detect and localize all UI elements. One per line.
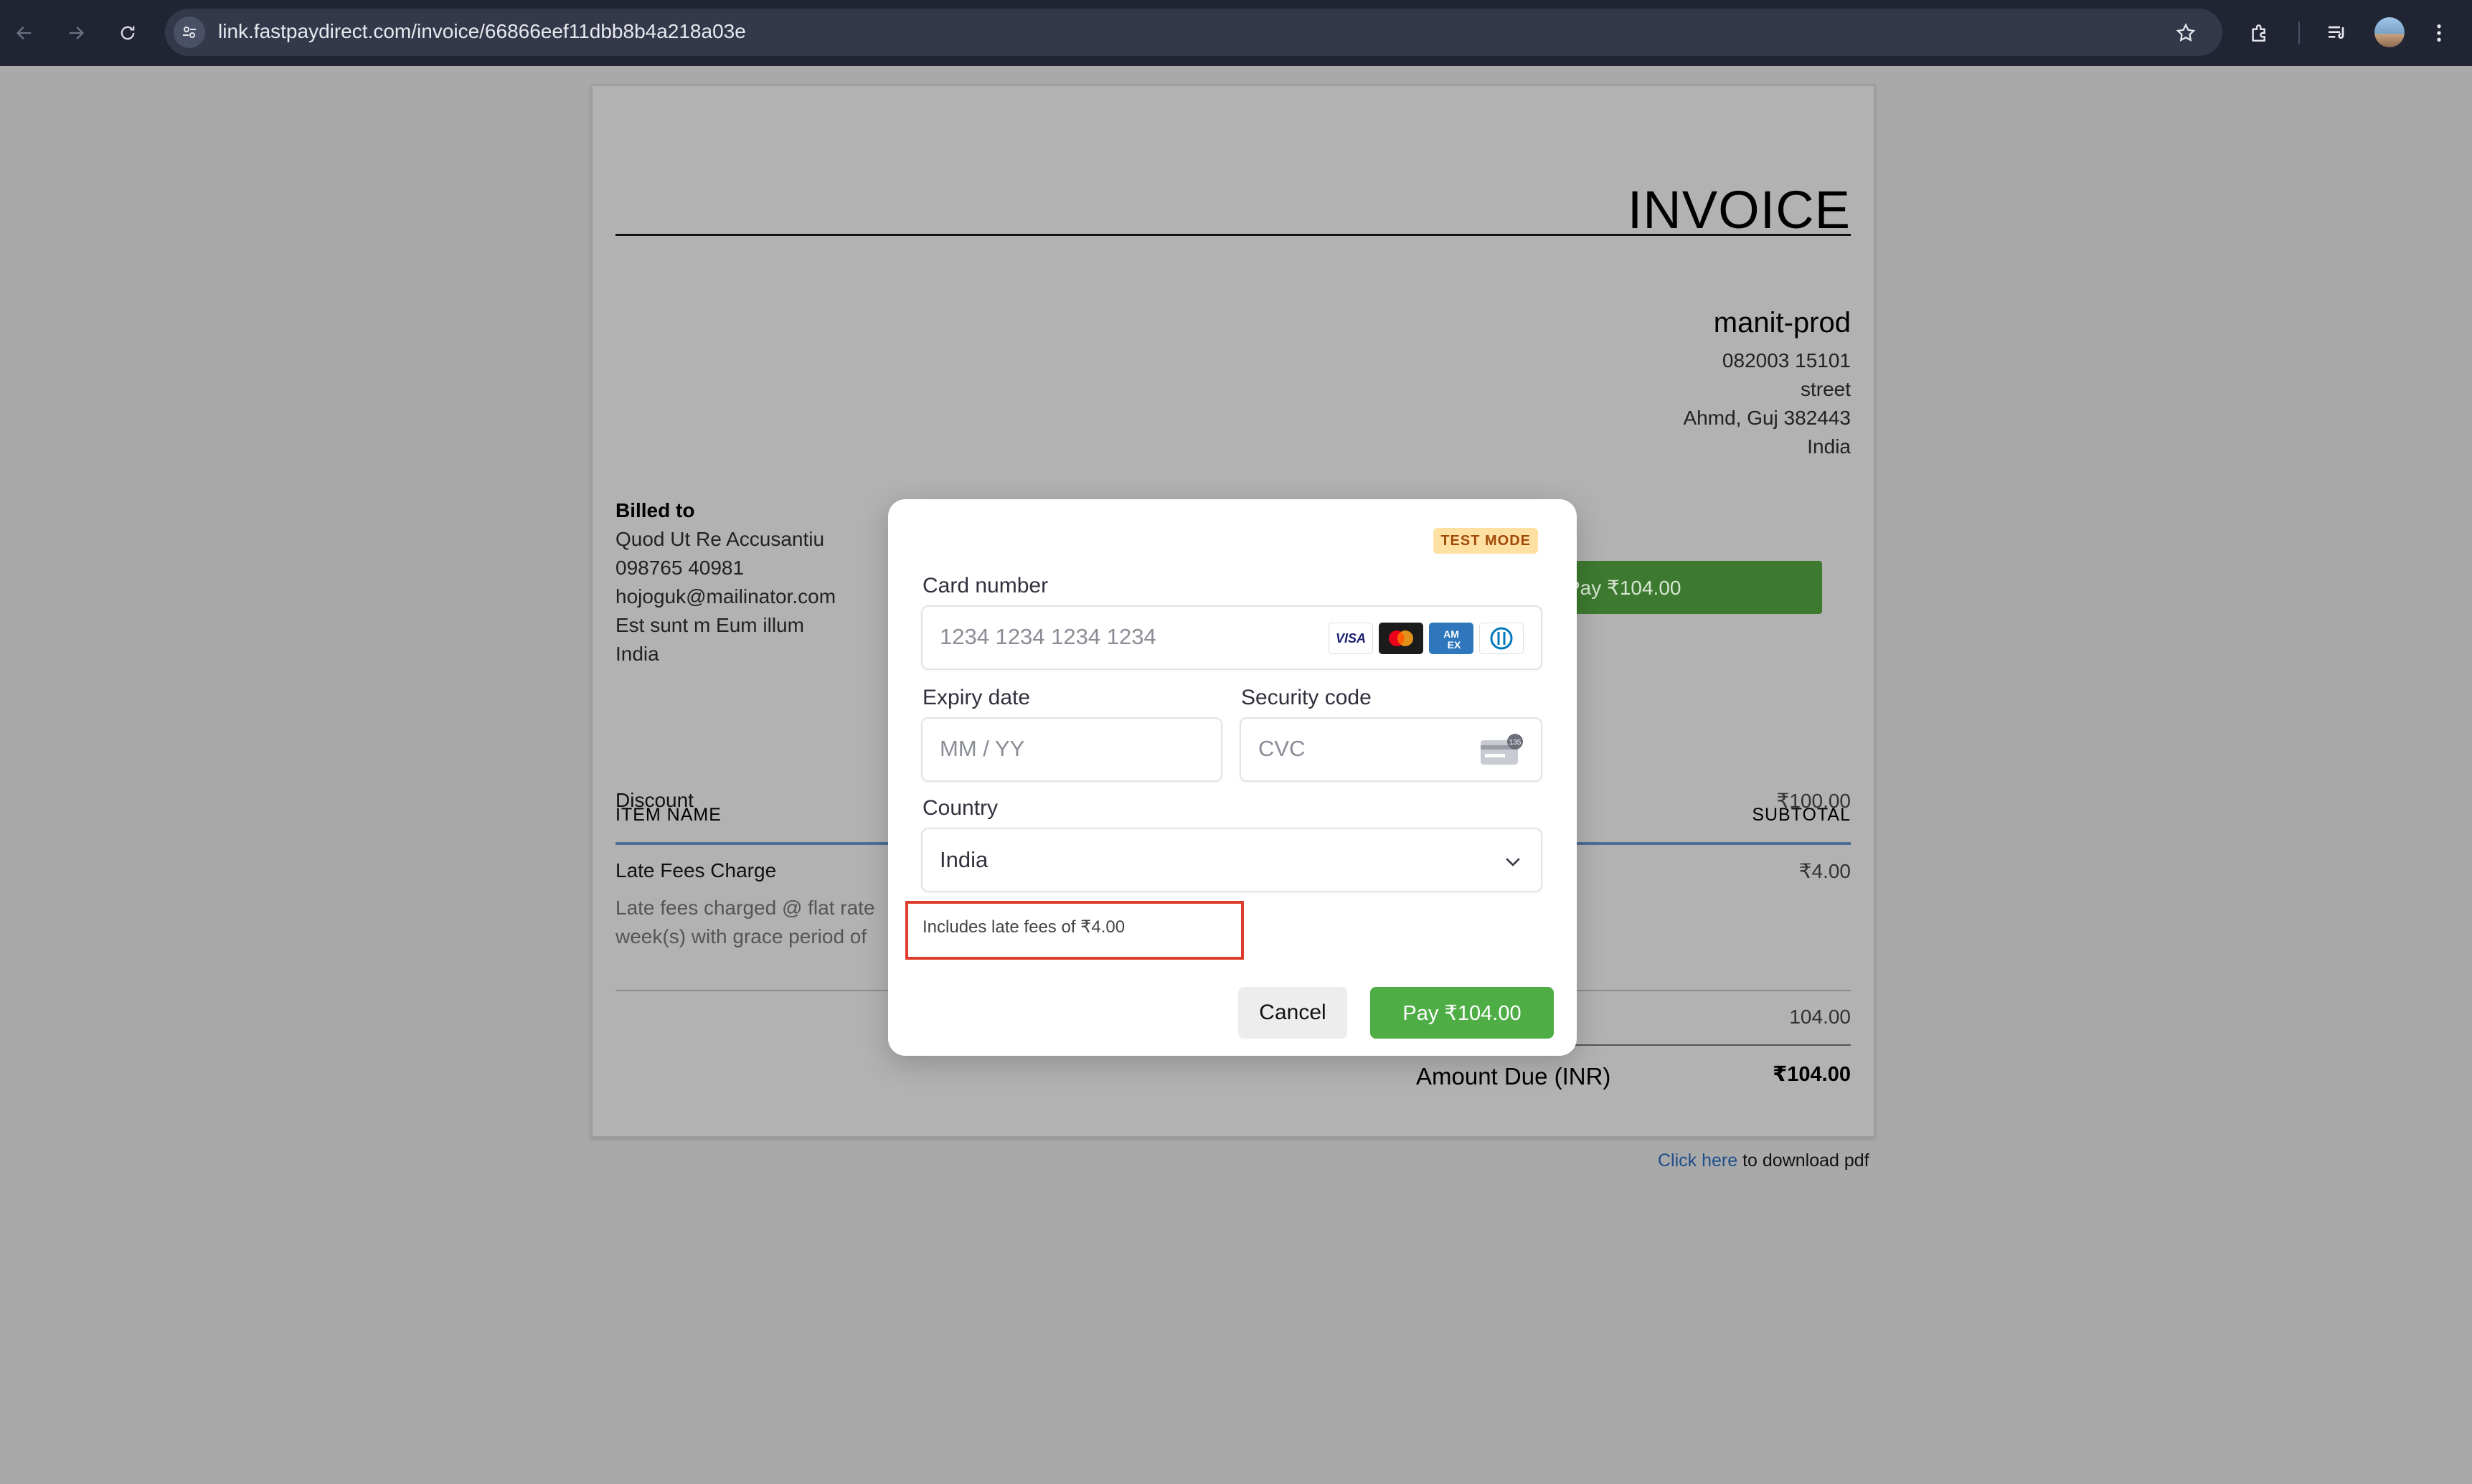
cvc-input[interactable] [1258, 736, 1438, 762]
company-city: Ahmd, Guj 382443 [1683, 407, 1851, 429]
svg-text:135: 135 [1509, 739, 1522, 747]
card-number-label: Card number [923, 574, 1049, 597]
url-text: link.fastpaydirect.com/invoice/66866eef1… [218, 20, 746, 42]
expiry-field[interactable] [921, 717, 1222, 782]
pay-button[interactable]: Pay ₹104.00 [1370, 987, 1554, 1039]
amex-icon: AM EX [1429, 623, 1473, 654]
company-street: street [1800, 378, 1851, 400]
billed-phone: 098765 40981 [615, 557, 745, 579]
invoice-title: INVOICE [1627, 180, 1851, 240]
payment-modal: TEST MODE Card number VISA AMEX Expiry d… [888, 499, 1577, 1056]
company-phone: 082003 15101 [1722, 349, 1851, 372]
amount-due-label: Amount Due (INR) [1416, 1063, 1611, 1090]
billed-to: Billed to Quod Ut Re Accusantiu 098765 4… [615, 496, 836, 668]
company-country: India [1807, 435, 1851, 458]
extensions-button[interactable] [2242, 16, 2277, 50]
svg-text:VISA: VISA [1336, 631, 1366, 646]
download-pdf-suffix: to download pdf [1737, 1150, 1869, 1171]
expiry-label: Expiry date [923, 686, 1031, 709]
reload-icon [121, 26, 135, 40]
test-mode-badge: TEST MODE [1433, 528, 1538, 554]
country-select[interactable]: India [921, 828, 1542, 892]
total-value: 104.00 [1789, 1006, 1851, 1028]
browser-menu-button[interactable] [2422, 16, 2456, 50]
visa-icon: VISA [1329, 623, 1373, 654]
more-vert-icon [2437, 24, 2441, 42]
billed-address: Est sunt m Eum illum [615, 614, 804, 636]
reload-button[interactable] [110, 16, 145, 50]
bookmark-star-icon[interactable] [2175, 22, 2197, 44]
billed-country: India [615, 643, 659, 665]
country-selected-value: India [940, 847, 989, 872]
billed-email: hojoguk@mailinator.com [615, 585, 836, 608]
media-controls-button[interactable] [2320, 16, 2354, 50]
cancel-button[interactable]: Cancel [1238, 987, 1347, 1039]
address-bar[interactable]: link.fastpaydirect.com/invoice/66866eef1… [165, 9, 2222, 56]
late-fee-note: Includes late fees of ₹4.00 [923, 917, 1126, 937]
back-arrow-icon [16, 27, 32, 39]
forward-button[interactable] [59, 16, 93, 50]
chevron-down-icon [1506, 858, 1520, 866]
invoice-pay-button[interactable]: Pay ₹104.00 [1539, 561, 1822, 614]
row-discount-name: Discount [615, 789, 694, 811]
late-fees-desc-line2: week(s) with grace period of [615, 925, 867, 947]
queue-music-icon [2329, 26, 2344, 39]
download-pdf-text: Click here to download pdf [1658, 1150, 1869, 1171]
svg-text:EX: EX [1448, 639, 1461, 651]
billed-to-header: Billed to [615, 499, 695, 521]
row-late-fees-name: Late Fees Charge [615, 859, 777, 882]
puzzle-icon [2252, 24, 2265, 42]
tune-icon [183, 27, 196, 38]
late-fees-desc-line1: Late fees charged @ flat rate [615, 897, 875, 919]
diners-icon [1479, 623, 1524, 654]
forward-arrow-icon [69, 27, 84, 39]
card-number-field[interactable]: VISA AMEX [921, 605, 1542, 670]
mastercard-icon [1379, 623, 1423, 654]
download-pdf-link[interactable]: Click here [1658, 1150, 1737, 1171]
amount-due-value: ₹104.00 [1773, 1063, 1851, 1086]
company-name: manit-prod [1713, 307, 1851, 339]
country-label: Country [923, 796, 999, 820]
security-code-label: Security code [1241, 686, 1372, 709]
profile-avatar[interactable] [2374, 17, 2405, 47]
company-info: manit-prod 082003 15101 street Ahmd, Guj… [1684, 307, 1851, 461]
expiry-input[interactable] [940, 736, 1119, 762]
toolbar-divider [2298, 22, 2300, 44]
svg-text:AM: AM [1443, 628, 1459, 640]
card-brands: VISA AM EX [1329, 623, 1524, 654]
billed-name: Quod Ut Re Accusantiu [615, 528, 825, 550]
site-info-button[interactable] [174, 16, 205, 48]
security-code-field[interactable]: 135 [1240, 717, 1542, 782]
title-divider [615, 234, 1851, 236]
browser-toolbar: link.fastpaydirect.com/invoice/66866eef1… [0, 0, 2472, 66]
row-late-fees-subtotal: ₹4.00 [1798, 860, 1851, 882]
row-discount-subtotal: ₹100.00 [1776, 790, 1851, 812]
row-late-fees-description: Late fees charged @ flat rate week(s) wi… [615, 894, 902, 951]
back-button[interactable] [7, 16, 42, 50]
cvc-card-icon: 135 [1481, 734, 1523, 765]
card-number-input[interactable] [940, 624, 1311, 650]
